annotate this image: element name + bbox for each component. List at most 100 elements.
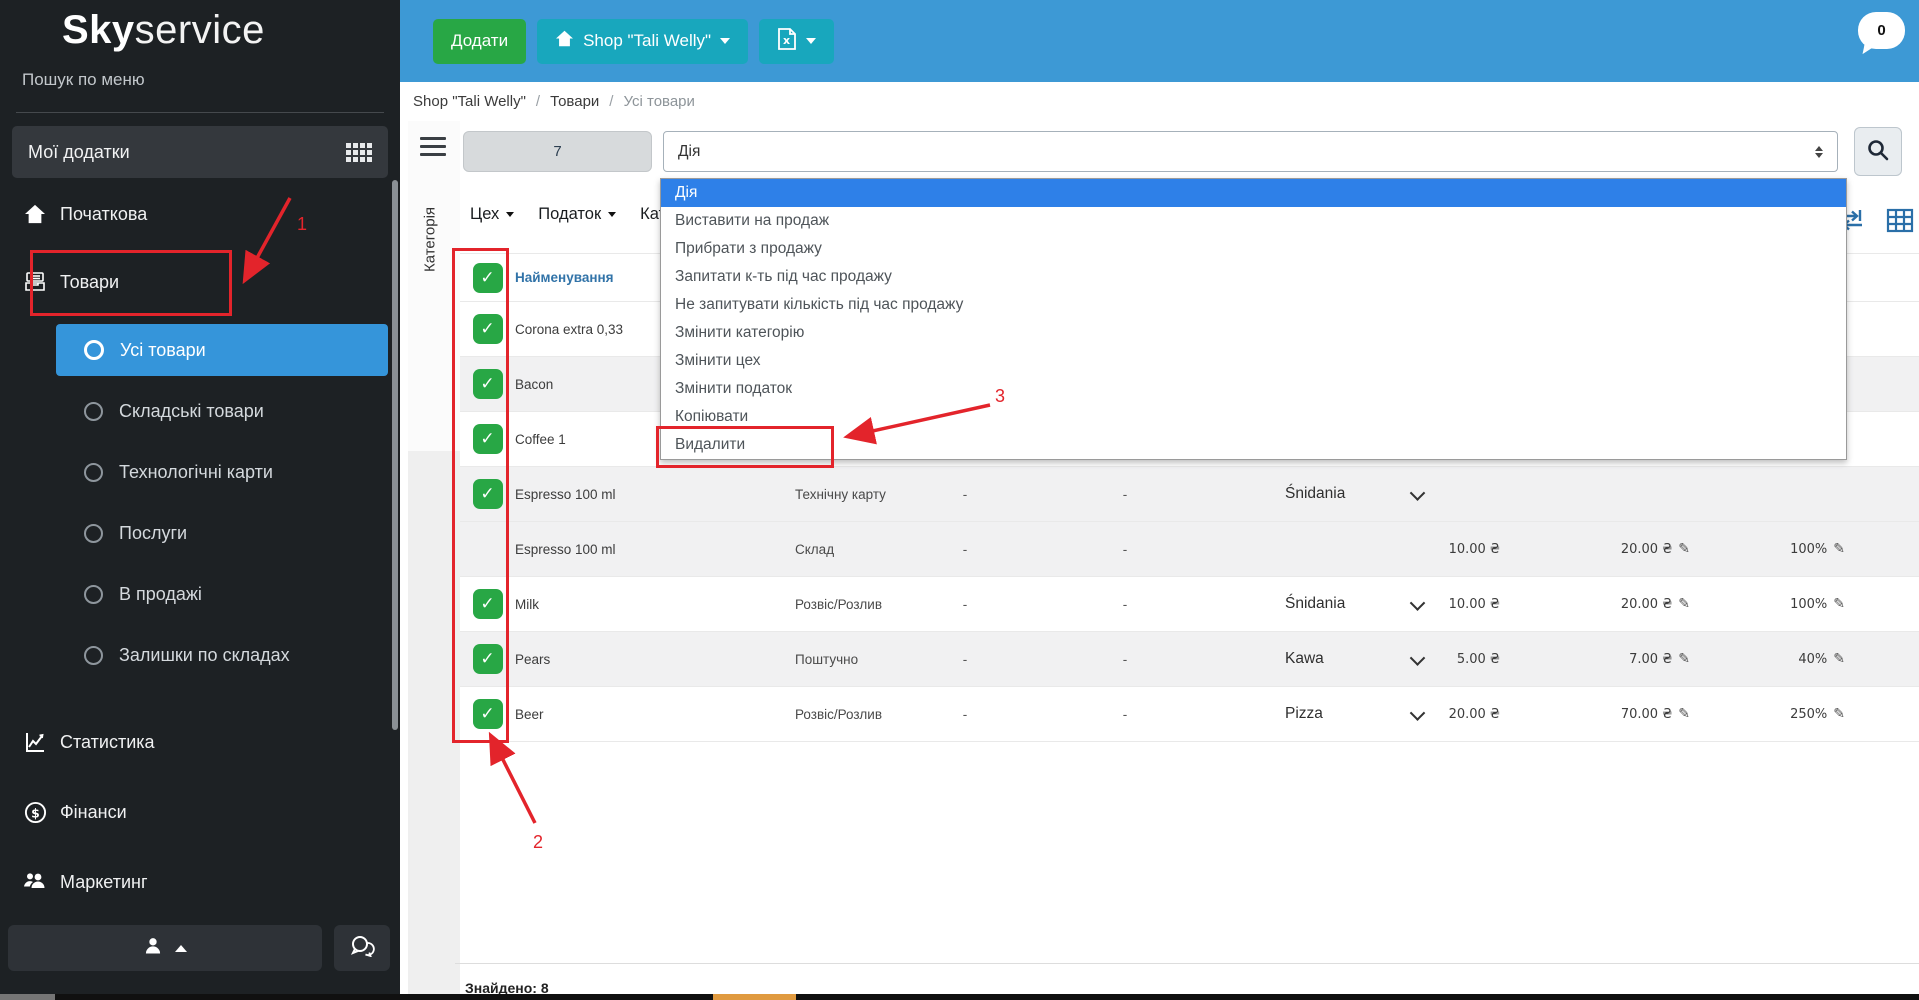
edit-pencil-icon[interactable]: ✎ — [1678, 706, 1690, 722]
svg-text:x: x — [783, 34, 790, 47]
action-option[interactable]: Змінити категорію — [661, 319, 1846, 347]
category-value[interactable]: Śnidania — [1285, 467, 1415, 521]
table-row: Espresso 100 ml Склад - - 10.00 ₴ 20.00 ₴ ✎ 100… — [460, 521, 1919, 576]
search-icon — [1866, 138, 1890, 165]
sidebar-item-finance[interactable]: $ Фінанси — [0, 788, 400, 836]
category-value[interactable]: Śnidania — [1285, 577, 1415, 631]
menu-search-input[interactable]: Пошук по меню — [22, 70, 145, 90]
sale-price[interactable]: 70.00 ₴ ✎ — [1540, 687, 1690, 741]
filter-tax[interactable]: Податок — [538, 205, 617, 224]
markup-percent — [1720, 467, 1845, 521]
sidebar-subitem-label: Складські товари — [119, 400, 264, 421]
sidebar-item-marketing[interactable]: Маркетинг — [0, 858, 400, 906]
category-value[interactable]: Kawa — [1285, 632, 1415, 686]
action-select[interactable]: Дія — [663, 131, 1838, 172]
search-button[interactable] — [1854, 127, 1902, 176]
sidebar-subitem[interactable]: Послуги — [56, 507, 388, 559]
row-checkbox-cell: ✓ — [460, 357, 515, 411]
breadcrumb: Shop "Tali Welly" / Товари / Усі товари — [400, 82, 1919, 122]
sidebar-subitem[interactable]: Залишки по складах — [56, 629, 388, 681]
empty-value-dash: - — [1122, 486, 1128, 502]
action-option[interactable]: Не запитувати кількість під час продажу — [661, 291, 1846, 319]
logo-light: service — [134, 8, 265, 52]
action-option[interactable]: Прибрати з продажу — [661, 235, 1846, 263]
edit-pencil-icon[interactable]: ✎ — [1678, 651, 1690, 667]
sidebar-scrollbar[interactable] — [392, 180, 398, 730]
action-option[interactable]: Копіювати — [661, 403, 1846, 431]
category-panel-label: Категорія — [421, 206, 439, 273]
product-name[interactable]: Espresso 100 ml — [515, 467, 795, 521]
shop-select-button[interactable]: Shop "Tali Welly" — [537, 18, 749, 64]
breadcrumb-shop[interactable]: Shop "Tali Welly" — [413, 93, 526, 110]
topbar: Додати Shop "Tali Welly" x 0 — [400, 0, 1919, 82]
chat-button[interactable] — [334, 925, 390, 971]
edit-pencil-icon[interactable]: ✎ — [1678, 596, 1690, 612]
chat-bubble-badge[interactable]: 0 — [1858, 12, 1905, 49]
user-icon — [143, 936, 163, 961]
edit-pencil-icon[interactable]: ✎ — [1678, 541, 1690, 557]
empty-value-dash: - — [962, 541, 968, 557]
action-option[interactable]: Дія — [661, 179, 1846, 207]
select-all-checkbox[interactable]: ✓ — [472, 262, 503, 293]
row-checkbox[interactable]: ✓ — [472, 589, 503, 619]
row-checkbox[interactable]: ✓ — [472, 699, 503, 729]
sidebar-subitem[interactable]: В продажі — [56, 568, 388, 620]
action-option[interactable]: Змінити цех — [661, 347, 1846, 375]
category-value[interactable] — [1285, 522, 1415, 576]
category-value[interactable]: Pizza — [1285, 687, 1415, 741]
table-tools — [1837, 207, 1914, 239]
page-count-button[interactable]: 7 — [463, 131, 652, 172]
product-kind: Склад — [795, 541, 835, 557]
row-checkbox[interactable]: ✓ — [472, 314, 503, 344]
action-option[interactable]: Видалити — [661, 431, 1846, 459]
table-row: ✓ Espresso 100 ml Технічну карту - - Śnidania — [460, 466, 1919, 521]
sidebar-item-label: Статистика — [60, 731, 155, 752]
product-name[interactable]: Milk — [515, 577, 795, 631]
markup-percent[interactable]: 100% ✎ — [1720, 577, 1845, 631]
breadcrumb-goods[interactable]: Товари — [550, 93, 599, 110]
edit-pencil-icon[interactable]: ✎ — [1833, 541, 1845, 557]
product-kind: Технічну карту — [795, 486, 886, 502]
product-name[interactable]: Pears — [515, 632, 795, 686]
action-dropdown-list: Дія Виставити на продаж Прибрати з продажу… — [660, 178, 1847, 460]
sale-price[interactable]: 20.00 ₴ ✎ — [1540, 577, 1690, 631]
row-checkbox[interactable]: ✓ — [472, 644, 503, 674]
sidebar-subitem[interactable]: Усі товари — [56, 324, 388, 376]
people-icon — [22, 872, 48, 892]
sidebar-item-goods[interactable]: Товари — [0, 258, 400, 306]
add-button[interactable]: Додати — [433, 18, 527, 64]
action-option[interactable]: Змінити податок — [661, 375, 1846, 403]
product-name[interactable]: Espresso 100 ml — [515, 522, 795, 576]
my-apps-button[interactable]: Мої додатки — [12, 126, 388, 178]
sidebar-subitem-label: Послуги — [119, 522, 188, 543]
breadcrumb-all-goods: Усі товари — [623, 93, 695, 110]
dollar-circle-icon: $ — [22, 801, 48, 824]
sidebar-subitem[interactable]: Складські товари — [56, 385, 388, 437]
hamburger-menu-icon[interactable] — [420, 137, 446, 161]
edit-pencil-icon[interactable]: ✎ — [1833, 596, 1845, 612]
sidebar-subitem[interactable]: Технологічні карти — [56, 446, 388, 498]
row-checkbox-cell: ✓ — [460, 687, 515, 741]
sidebar-item-home[interactable]: Початкова — [0, 190, 400, 238]
product-name[interactable]: Beer — [515, 687, 795, 741]
row-checkbox[interactable]: ✓ — [472, 369, 503, 399]
edit-pencil-icon[interactable]: ✎ — [1833, 706, 1845, 722]
sidebar-item-stats[interactable]: Статистика — [0, 718, 400, 766]
row-checkbox[interactable]: ✓ — [472, 479, 503, 509]
table-grid-icon[interactable] — [1886, 208, 1914, 238]
app-window: Skyservice Пошук по меню Мої додатки Поч… — [0, 0, 1919, 1000]
markup-percent[interactable]: 40% ✎ — [1720, 632, 1845, 686]
sale-price[interactable]: 20.00 ₴ ✎ — [1540, 522, 1690, 576]
excel-export-button[interactable]: x — [759, 18, 835, 64]
user-menu-button[interactable] — [8, 925, 322, 971]
markup-percent[interactable]: 250% ✎ — [1720, 687, 1845, 741]
row-checkbox[interactable]: ✓ — [472, 424, 503, 454]
results-count: Знайдено: 8 — [455, 963, 1919, 996]
sidebar-subitem-label: Залишки по складах — [119, 644, 290, 665]
filter-workshop[interactable]: Цех — [470, 205, 515, 224]
sale-price[interactable]: 7.00 ₴ ✎ — [1540, 632, 1690, 686]
markup-percent[interactable]: 100% ✎ — [1720, 522, 1845, 576]
action-option[interactable]: Запитати к-ть під час продажу — [661, 263, 1846, 291]
edit-pencil-icon[interactable]: ✎ — [1833, 651, 1845, 667]
action-option[interactable]: Виставити на продаж — [661, 207, 1846, 235]
